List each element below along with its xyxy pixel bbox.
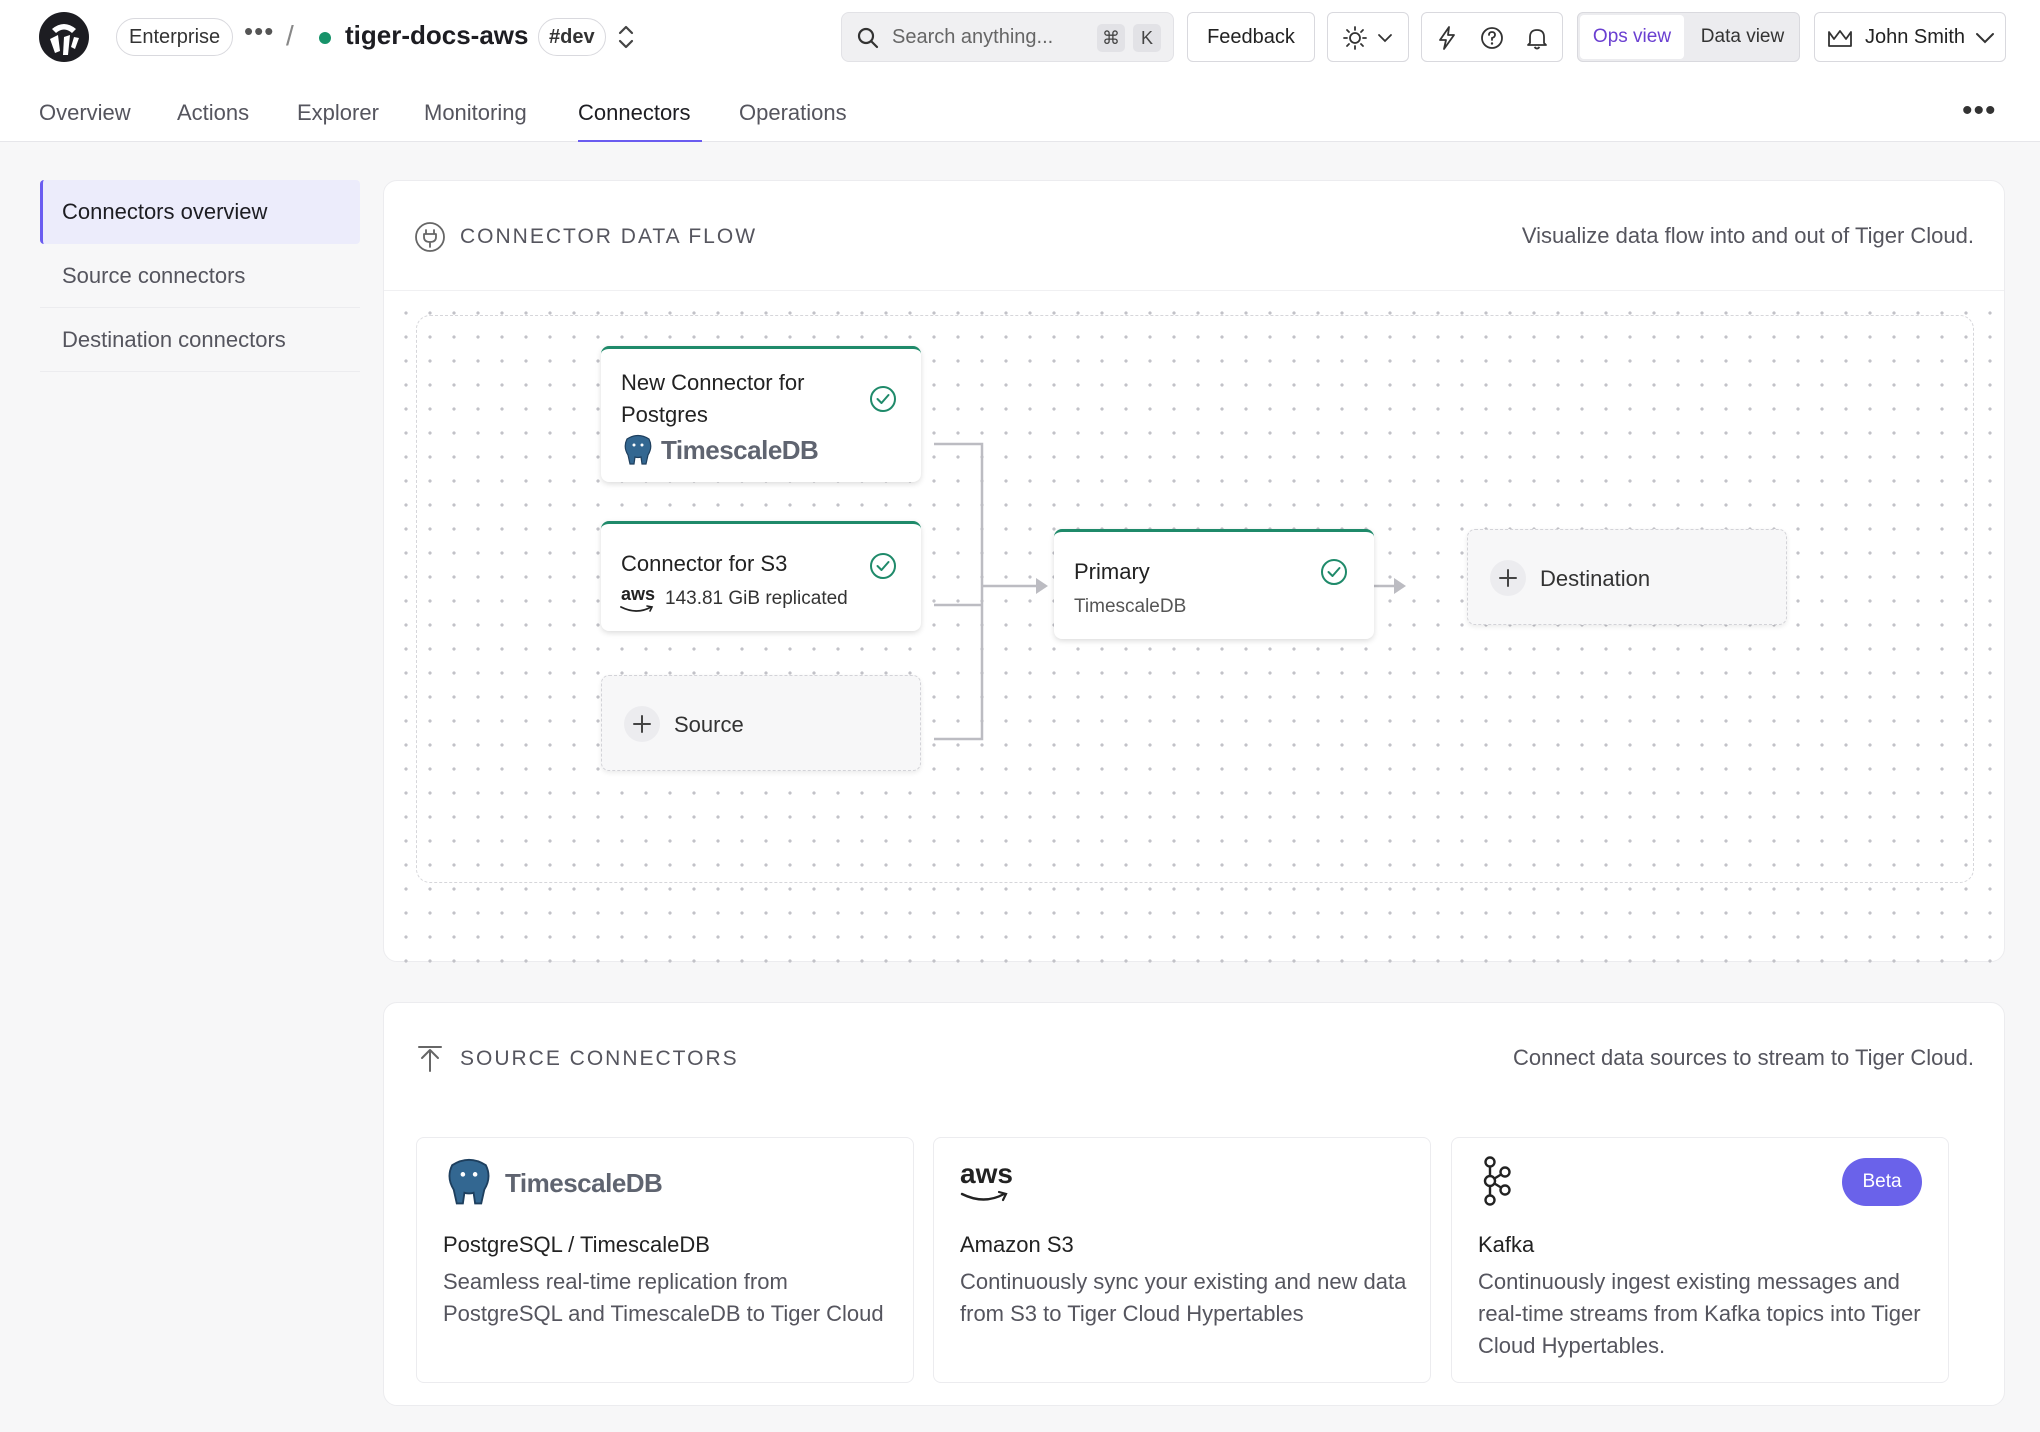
source-node-title-line1: New Connector for (621, 370, 805, 395)
active-tab-indicator (578, 140, 702, 142)
kbd-cmd: ⌘ (1097, 24, 1125, 52)
add-destination-label: Destination (1540, 566, 1651, 591)
view-toggle: Ops view Data view (1577, 12, 1800, 62)
search-placeholder: Search anything... (892, 26, 1054, 48)
user-name: John Smith (1865, 26, 1966, 48)
add-source-label: Source (674, 712, 744, 737)
flow-panel-description: Visualize data flow into and out of Tige… (1521, 223, 1974, 248)
tiger-logo-icon[interactable] (38, 11, 90, 63)
theme-toggle-button[interactable] (1327, 12, 1409, 62)
org-switcher[interactable]: Enterprise (116, 18, 234, 56)
tab-operations[interactable]: Operations (739, 100, 847, 126)
crown-icon (1828, 30, 1852, 47)
plus-icon (1490, 560, 1526, 596)
postgres-elephant-icon (448, 1158, 490, 1205)
beta-badge: Beta (1842, 1158, 1922, 1206)
sidebar-item-connectors-overview[interactable]: Connectors overview (40, 180, 360, 244)
sidebar-item-source-connectors[interactable]: Source connectors (40, 244, 360, 308)
upload-icon (418, 1046, 442, 1072)
chevron-down-icon (1976, 33, 1994, 44)
source-node-s3[interactable]: Connector for S3 aws 143.81 GiB replicat… (601, 521, 921, 631)
breadcrumb-more-icon[interactable]: ••• (244, 16, 274, 47)
source-node-title-line2: Postgres (621, 402, 708, 427)
connector-card-description: Continuously sync your existing and new … (960, 1269, 1407, 1326)
search-icon (857, 27, 879, 49)
connector-card-s3[interactable]: aws Amazon S3 Continuously sync your exi… (933, 1137, 1431, 1383)
tab-monitoring[interactable]: Monitoring (424, 100, 527, 126)
plug-icon (415, 222, 445, 252)
connector-card-title: PostgreSQL / TimescaleDB (443, 1232, 710, 1257)
top-bar: Enterprise ••• / tiger-docs-aws #dev Sea… (0, 0, 2040, 74)
timescaledb-logo-text: TimescaleDB (505, 1168, 663, 1198)
tab-explorer[interactable]: Explorer (297, 100, 379, 126)
bell-icon[interactable] (1524, 25, 1550, 51)
kafka-icon (1483, 1156, 1511, 1206)
connector-data-flow-panel: CONNECTOR DATA FLOW Visualize data flow … (383, 180, 2005, 963)
source-panel-header: SOURCE CONNECTORS Connect data sources t… (384, 1003, 2004, 1113)
service-name[interactable]: tiger-docs-aws (345, 20, 529, 51)
more-options-icon[interactable]: ••• (1962, 94, 1997, 128)
lightning-icon[interactable] (1434, 25, 1460, 51)
feedback-button[interactable]: Feedback (1187, 12, 1315, 62)
primary-node-title: Primary (1074, 559, 1150, 584)
connector-card-postgres[interactable]: TimescaleDB PostgreSQL / TimescaleDB Sea… (416, 1137, 914, 1383)
aws-smile-icon (960, 1190, 1008, 1202)
kbd-k: K (1133, 24, 1161, 52)
aws-smile-icon (620, 605, 654, 612)
sidebar-item-destination-connectors[interactable]: Destination connectors (40, 308, 360, 372)
tab-actions[interactable]: Actions (177, 100, 249, 126)
primary-service-node[interactable]: Primary TimescaleDB (1054, 529, 1374, 639)
success-check-icon (870, 553, 896, 579)
postgres-elephant-icon (624, 434, 652, 465)
add-destination-button[interactable]: Destination (1467, 529, 1787, 625)
search-box[interactable]: Search anything... ⌘ K (841, 12, 1174, 62)
tab-connectors[interactable]: Connectors (578, 100, 691, 126)
primary-node-subtitle: TimescaleDB (1074, 596, 1187, 617)
action-icons-group (1421, 12, 1563, 62)
connector-card-title: Kafka (1478, 1232, 1535, 1257)
plus-icon (624, 706, 660, 742)
connector-card-description: Seamless real-time replication from Post… (443, 1269, 884, 1326)
help-icon[interactable] (1479, 25, 1505, 51)
connector-card-description: Continuously ingest existing messages an… (1478, 1269, 1921, 1358)
source-node-postgres[interactable]: New Connector for Postgres TimescaleDB (601, 346, 921, 482)
tab-overview[interactable]: Overview (39, 100, 131, 126)
flow-panel-title: CONNECTOR DATA FLOW (460, 225, 758, 248)
service-switcher-icon[interactable] (614, 22, 638, 52)
flow-panel-header: CONNECTOR DATA FLOW Visualize data flow … (384, 181, 2004, 291)
tab-bar: Overview Actions Explorer Monitoring Con… (0, 74, 2040, 142)
data-view-button[interactable]: Data view (1686, 15, 1799, 59)
aws-logo-icon: aws (621, 584, 656, 604)
source-node-s3-title: Connector for S3 (621, 551, 788, 576)
add-source-button[interactable]: Source (601, 675, 921, 771)
sun-icon (1343, 26, 1367, 50)
connector-card-title: Amazon S3 (960, 1232, 1074, 1257)
chevron-down-icon (1378, 34, 1392, 43)
replicated-amount: 143.81 GiB replicated (665, 588, 848, 609)
source-connectors-panel: SOURCE CONNECTORS Connect data sources t… (383, 1002, 2005, 1406)
aws-logo-icon: aws (960, 1158, 1013, 1189)
success-check-icon (1321, 559, 1347, 585)
source-panel-description: Connect data sources to stream to Tiger … (1512, 1045, 1974, 1070)
user-menu[interactable]: John Smith (1814, 12, 2006, 62)
breadcrumb-separator: / (286, 20, 294, 51)
flow-canvas: New Connector for Postgres TimescaleDB C… (384, 291, 2004, 963)
source-panel-title: SOURCE CONNECTORS (460, 1047, 739, 1070)
service-status-dot (319, 32, 331, 44)
environment-badge[interactable]: #dev (538, 18, 606, 56)
connector-card-kafka[interactable]: Beta Kafka Continuously ingest existing … (1451, 1137, 1949, 1383)
success-check-icon (870, 386, 896, 412)
timescaledb-logo-text: TimescaleDB (661, 435, 819, 465)
ops-view-button[interactable]: Ops view (1580, 15, 1684, 59)
